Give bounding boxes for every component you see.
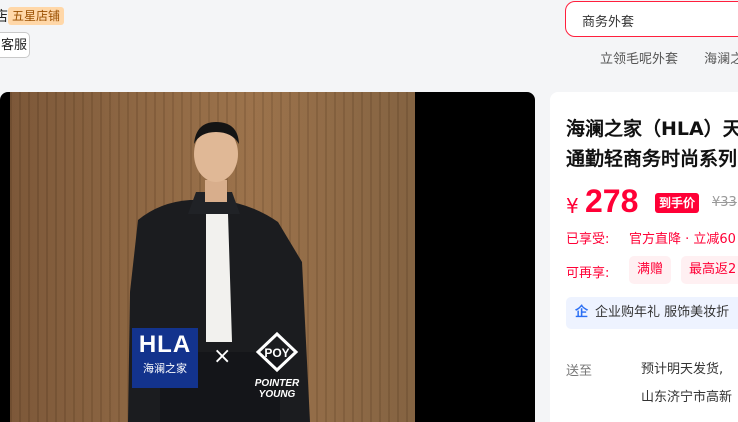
product-image-gallery[interactable]: HLA 海澜之家 × POY POINTER YOUNG — [0, 92, 535, 422]
ship-to-label: 送至 — [566, 364, 593, 379]
collab-x-symbol: × — [213, 344, 232, 369]
product-title-line-1: 海澜之家（HLA）天 — [566, 118, 738, 140]
more-offers-label: 可再享: — [566, 266, 610, 281]
price-currency: ¥ — [566, 194, 579, 218]
final-price-tag: 到手价 — [655, 193, 700, 213]
five-star-store-badge: 五星店铺 — [8, 7, 65, 25]
ship-estimate: 预计明天发货, — [641, 362, 724, 377]
gift-chip[interactable]: 满赠 — [629, 256, 672, 284]
hot-word-link[interactable]: 立领毛呢外套 — [600, 52, 678, 67]
svg-text:POY: POY — [264, 346, 289, 360]
enjoyed-label: 已享受: — [566, 232, 610, 247]
ship-address[interactable]: 山东济宁市高新 — [641, 386, 732, 405]
hla-brand-logo: HLA 海澜之家 — [132, 328, 198, 388]
enterprise-purchase-banner[interactable]: 企 企业购年礼 服饰美妆折 — [566, 297, 738, 329]
enterprise-icon: 企 — [575, 305, 589, 320]
cashback-chip[interactable]: 最高返2 — [681, 256, 738, 284]
product-main-image: HLA 海澜之家 × POY POINTER YOUNG — [10, 92, 415, 422]
pointer-young-wordmark: POINTER YOUNG — [254, 378, 300, 400]
original-price: ¥33 — [712, 195, 737, 210]
hot-search-words: 立领毛呢外套 海澜之 — [600, 48, 738, 67]
customer-service-button[interactable]: 客服 — [0, 32, 30, 58]
enterprise-banner-text: 企业购年礼 服饰美妆折 — [595, 305, 730, 320]
enjoyed-discount-text[interactable]: 官方直降 · 立减60 — [629, 228, 736, 247]
hot-word-link[interactable]: 海澜之 — [704, 52, 738, 67]
store-name-suffix: 店 — [0, 9, 8, 25]
search-query-text: 商务外套 — [582, 15, 635, 30]
product-detail-panel: 海澜之家（HLA）天 通勤轻商务时尚系列 ¥ 278 到手价 ¥33 已享受: … — [550, 92, 738, 422]
final-price: 278 — [585, 183, 639, 219]
search-input[interactable]: 商务外套 — [565, 1, 738, 37]
product-title-line-2: 通勤轻商务时尚系列 — [566, 148, 738, 170]
model-figure — [128, 122, 310, 422]
